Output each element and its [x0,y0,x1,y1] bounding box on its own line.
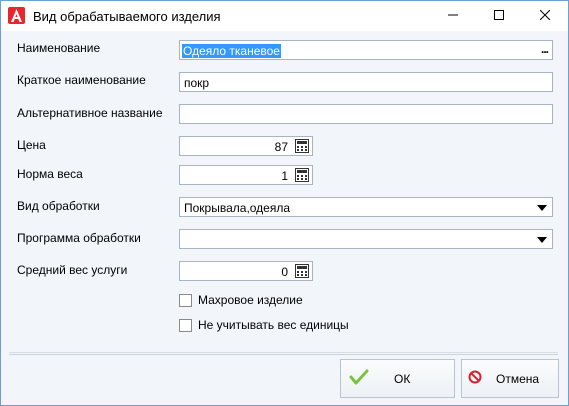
alt-name-field[interactable] [179,104,553,124]
close-icon [539,9,551,23]
maximize-icon [494,9,504,23]
price-value: 87 [274,140,288,154]
terry-checkbox[interactable] [179,293,192,307]
ignore-weight-checkbox[interactable] [179,318,192,332]
ignore-weight-checkbox-row[interactable]: Не учитывать вес единицы [179,318,349,332]
app-logo-icon [8,7,25,24]
cancel-button[interactable]: Отмена [461,359,559,398]
checkmark-icon [349,368,369,389]
weight-norm-field[interactable]: 1 [179,165,313,185]
ignore-weight-label: Не учитывать вес единицы [198,318,349,332]
dialog-window: Вид обрабатываемого изделия Наименование… [0,0,569,406]
minimize-button[interactable] [430,1,476,31]
avg-weight-field[interactable]: 0 [179,261,313,281]
divider [9,352,558,353]
terry-label: Махровое изделие [198,293,303,307]
avg-weight-label: Средний вес услуги [17,263,128,277]
lookup-button[interactable]: ... [541,42,549,56]
processing-program-select[interactable] [179,229,553,249]
calculator-icon[interactable] [295,264,309,278]
short-name-label: Краткое наименование [17,73,146,87]
divider [9,354,558,355]
calculator-icon[interactable] [295,139,309,153]
terry-checkbox-row[interactable]: Махровое изделие [179,293,303,307]
calculator-icon[interactable] [295,168,309,182]
alt-name-label: Альтернативное название [17,106,163,120]
maximize-button[interactable] [476,1,522,31]
price-field[interactable]: 87 [179,136,313,156]
close-button[interactable] [522,1,568,31]
form-panel: Наименование Одеяло тканевое ... Краткое… [1,31,568,405]
prohibited-icon [468,370,482,387]
weight-norm-label: Норма веса [17,167,83,181]
chevron-down-icon[interactable] [537,205,547,211]
weight-norm-value: 1 [281,169,288,183]
name-field[interactable]: Одеяло тканевое ... [179,40,553,60]
name-value: Одеяло тканевое [182,44,281,58]
price-label: Цена [17,138,46,152]
processing-type-select[interactable]: Покрывала,одеяла [179,197,553,217]
title-bar[interactable]: Вид обрабатываемого изделия [1,1,568,31]
cancel-label: Отмена [496,371,540,386]
avg-weight-value: 0 [281,265,288,279]
ok-button[interactable]: ОК [340,359,455,398]
window-title: Вид обрабатываемого изделия [33,9,221,24]
processing-program-label: Программа обработки [17,231,141,245]
short-name-value: покр [184,76,210,90]
name-label: Наименование [17,41,101,55]
ok-label: ОК [394,371,411,386]
processing-type-label: Вид обработки [17,199,100,213]
chevron-down-icon[interactable] [537,237,547,243]
minimize-icon [448,9,458,23]
processing-type-value: Покрывала,одеяла [184,201,291,215]
short-name-field[interactable]: покр [179,72,553,92]
